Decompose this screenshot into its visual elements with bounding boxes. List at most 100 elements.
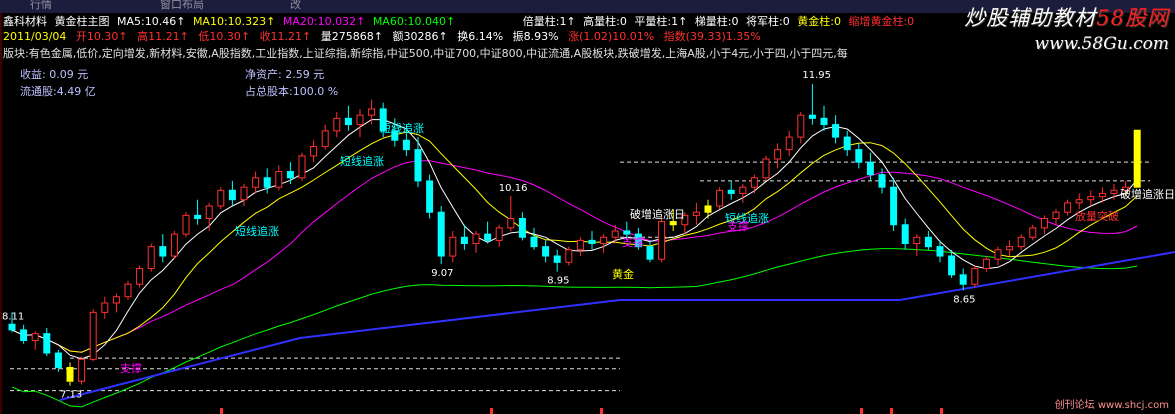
candle-body <box>866 161 874 176</box>
candle-body <box>727 189 735 194</box>
candle-body <box>658 221 666 260</box>
candle-body <box>31 333 39 342</box>
candle-body <box>785 136 793 151</box>
ma-legend-row: 鑫科材料 黄金柱主图 MA5:10.46↑ MA10:10.323↑ MA20:… <box>3 14 918 29</box>
candle-body <box>959 274 967 285</box>
candle-body <box>704 205 712 213</box>
top-bar-item[interactable]: 行情 <box>30 0 52 12</box>
candle-body <box>124 283 132 298</box>
candle-body <box>901 224 909 245</box>
candle-body <box>1075 199 1083 204</box>
candle-body <box>449 236 457 257</box>
top-bar-item[interactable]: 改 <box>290 0 301 12</box>
candle-body <box>600 236 608 245</box>
annotation-label: 放量突破 <box>1075 209 1119 223</box>
candle-body <box>437 211 445 257</box>
candle-body <box>843 136 851 151</box>
candle-body <box>217 189 225 207</box>
candle-body <box>971 268 979 285</box>
candle-body <box>507 217 515 229</box>
candle-body <box>43 333 51 354</box>
candle-body <box>518 217 526 238</box>
price-label: 8.11 <box>2 311 24 322</box>
high-label: 高11.21↑ <box>137 30 189 43</box>
indicator-name: 黄金柱主图 <box>54 15 110 28</box>
index-label: 指数(39.33)1.35% <box>663 30 761 43</box>
candle-body <box>553 255 561 263</box>
candle-body <box>646 246 654 260</box>
candle-body <box>913 236 921 245</box>
candle-body <box>310 146 318 157</box>
date-label: 2011/03/04 <box>3 30 67 43</box>
top-bar-item[interactable]: 窗口布局 <box>160 0 204 12</box>
candle-body <box>333 117 341 132</box>
candle-body <box>542 246 550 257</box>
ma20-line <box>11 160 1138 353</box>
watermark-title: 炒股辅助教材58股网 <box>964 2 1169 32</box>
candle-body <box>182 214 190 235</box>
candle-body <box>808 114 816 119</box>
candle-body <box>924 236 932 248</box>
candle-body <box>101 302 109 313</box>
net-asset-label: 净资产: 2.59 元 <box>245 68 325 81</box>
candle-body <box>368 108 376 116</box>
candle-body <box>426 180 434 213</box>
candle-body <box>1098 192 1106 198</box>
ohlc-row: 2011/03/04 开10.30↑ 高11.21↑ 低10.30↑ 收11.2… <box>3 29 767 44</box>
candle-body <box>344 117 352 126</box>
candle-body <box>530 236 538 248</box>
candle-body <box>623 230 631 235</box>
price-label: 11.95 <box>802 70 831 81</box>
candle-body <box>611 230 619 238</box>
candle-body <box>692 211 700 216</box>
annotation-label: 短线追涨 <box>235 224 279 238</box>
candle-body <box>147 246 155 270</box>
watermark-title-right: 58股网 <box>1096 6 1169 30</box>
candle-body <box>948 255 956 276</box>
ma60-line <box>11 248 1138 408</box>
candle-body <box>263 177 271 188</box>
candle-body <box>1040 217 1048 229</box>
bottom-tick <box>220 408 223 414</box>
candle-body <box>1087 196 1095 201</box>
watermark-url: www.58Gu.com <box>1034 34 1169 54</box>
candle-body <box>1064 202 1072 213</box>
close-label: 收11.21↑ <box>259 30 312 43</box>
sector-row: 版块:有色金属,低价,定向增发,新材料,安徽,A股指数,工业指数,上证综指,新综… <box>3 47 848 60</box>
candle-body <box>414 149 422 182</box>
candle-body <box>1017 236 1025 248</box>
candle-body <box>820 117 828 126</box>
candle-body <box>356 114 364 126</box>
candle-body <box>54 352 62 368</box>
flag-3: 梯量柱:0 <box>694 15 739 28</box>
candle-body <box>565 249 573 263</box>
candle-body <box>136 268 144 285</box>
bottom-tick <box>940 408 943 414</box>
candle-body <box>982 258 990 270</box>
candle-body <box>228 189 236 201</box>
annotation-label: 破增追涨日 <box>630 207 685 221</box>
candle-body <box>797 114 805 138</box>
candle-body <box>252 177 260 188</box>
candle-body <box>402 139 410 151</box>
candle-body <box>994 249 1002 260</box>
candle-body <box>588 239 596 245</box>
flag-4: 将军柱:0 <box>746 15 790 28</box>
candle-body <box>286 171 294 179</box>
float-label: 流通股:4.49 亿 <box>20 85 96 98</box>
candle-body <box>205 205 213 219</box>
annotation-label: 破增追涨日 <box>1120 187 1175 201</box>
bottom-tick <box>600 408 603 414</box>
annotation-label: 支撑 <box>622 235 644 249</box>
candle-body <box>8 323 16 331</box>
candle-body <box>855 149 863 163</box>
change-label: 涨(1.02)10.01% <box>568 30 655 43</box>
watermark-bottom: 创刊论坛 www.shcj.com <box>1054 400 1169 411</box>
candle-body <box>298 155 306 179</box>
candle-body <box>89 311 97 360</box>
ma5-line <box>11 119 1138 360</box>
candle-body <box>1006 246 1014 251</box>
candle-body <box>1133 129 1141 188</box>
candle-body <box>170 233 178 257</box>
ma60-label: MA60:10.040↑ <box>372 15 456 28</box>
